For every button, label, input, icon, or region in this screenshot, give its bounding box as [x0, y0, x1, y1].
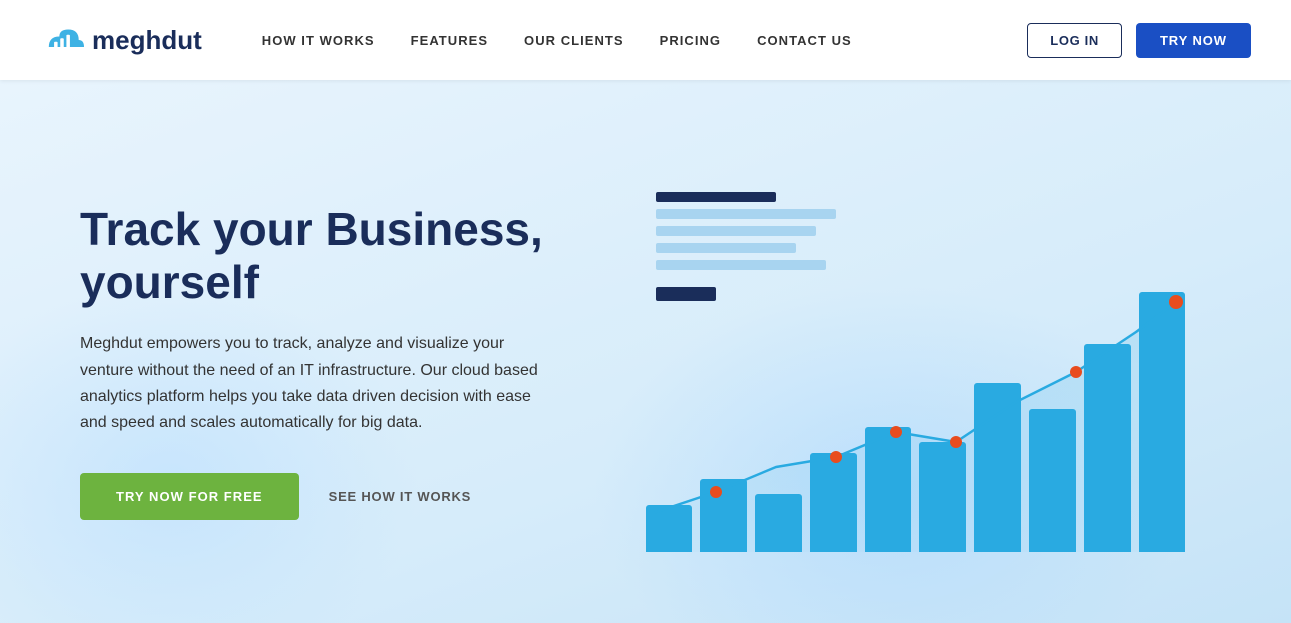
bar-1: [646, 505, 693, 552]
doc-line-2: [656, 209, 836, 219]
bar-9: [1084, 344, 1131, 552]
bar-10: [1139, 292, 1186, 552]
see-how-it-works-button[interactable]: SEE HOW IT WORKS: [329, 489, 471, 504]
bar-6: [919, 442, 966, 551]
nav-actions: LOG IN TRY NOW: [1027, 23, 1251, 58]
doc-line-3: [656, 226, 816, 236]
bar-2: [700, 479, 747, 552]
nav-pricing[interactable]: PRICING: [660, 33, 721, 48]
doc-lines: [656, 192, 836, 308]
bar-4: [810, 453, 857, 552]
chart-container: [636, 172, 1196, 552]
navbar: meghdut HOW IT WORKS FEATURES OUR CLIENT…: [0, 0, 1291, 80]
bar-8: [1029, 409, 1076, 552]
doc-line-1: [656, 192, 776, 202]
nav-links: HOW IT WORKS FEATURES OUR CLIENTS PRICIN…: [262, 33, 1028, 48]
bar-7: [974, 383, 1021, 552]
bar-3: [755, 494, 802, 551]
doc-line-4: [656, 243, 796, 253]
logo-icon: [40, 22, 84, 58]
hero-buttons: TRY NOW FOR FREE SEE HOW IT WORKS: [80, 473, 600, 520]
nav-contact-us[interactable]: CONTACT US: [757, 33, 852, 48]
bar-chart: [636, 292, 1196, 552]
nav-our-clients[interactable]: OUR CLIENTS: [524, 33, 624, 48]
hero-title-line2: yourself: [80, 256, 259, 308]
logo[interactable]: meghdut: [40, 22, 202, 58]
doc-line-5: [656, 260, 826, 270]
bar-5: [865, 427, 912, 552]
hero-description: Meghdut empowers you to track, analyze a…: [80, 331, 540, 437]
nav-features[interactable]: FEATURES: [411, 33, 488, 48]
try-now-button[interactable]: TRY NOW: [1136, 23, 1251, 58]
hero-title-line1: Track your Business,: [80, 203, 543, 255]
hero-title: Track your Business, yourself: [80, 203, 600, 309]
hero-content: Track your Business, yourself Meghdut em…: [80, 203, 600, 519]
hero-illustration: [600, 172, 1231, 552]
nav-how-it-works[interactable]: HOW IT WORKS: [262, 33, 375, 48]
brand-name: meghdut: [92, 25, 202, 56]
login-button[interactable]: LOG IN: [1027, 23, 1122, 58]
hero-section: Track your Business, yourself Meghdut em…: [0, 80, 1291, 623]
try-now-free-button[interactable]: TRY NOW FOR FREE: [80, 473, 299, 520]
